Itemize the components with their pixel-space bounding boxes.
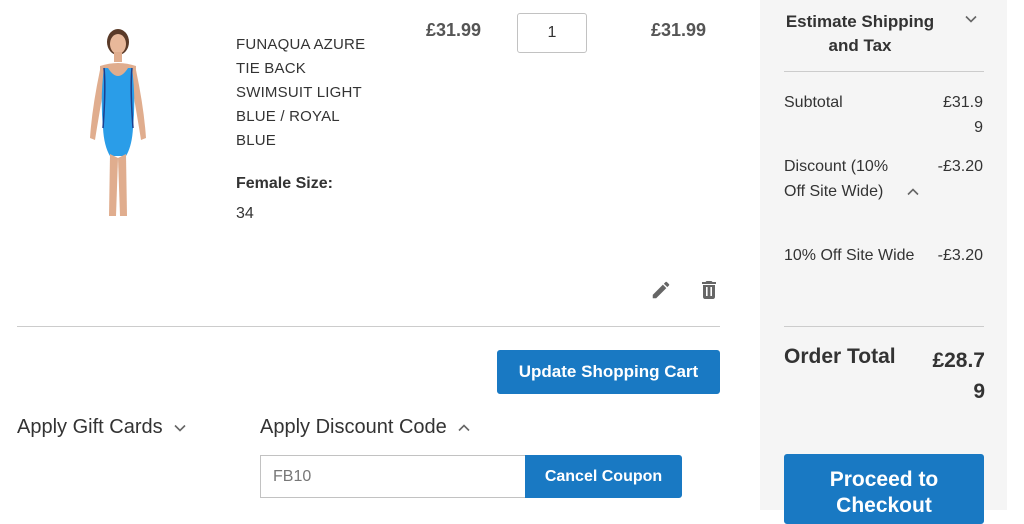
cancel-coupon-button[interactable]: Cancel Coupon — [525, 455, 682, 498]
discount-detail-label: 10% Off Site Wide — [784, 247, 915, 264]
option-value: 34 — [236, 205, 254, 222]
summary-divider — [784, 71, 984, 72]
cart-divider — [17, 326, 720, 327]
item-subtotal: £31.99 — [651, 20, 707, 40]
product-image[interactable] — [78, 28, 158, 218]
gift-cards-toggle[interactable]: Apply Gift Cards — [17, 416, 187, 439]
gift-cards-label: Apply Gift Cards — [17, 416, 163, 438]
chevron-up-icon — [458, 423, 470, 431]
quantity-input[interactable] — [517, 13, 587, 53]
discount-code-label: Apply Discount Code — [260, 416, 447, 438]
subtotal-label: Subtotal — [784, 94, 843, 111]
chevron-down-icon — [174, 424, 186, 432]
trash-icon[interactable] — [697, 278, 721, 302]
discount-code-toggle[interactable]: Apply Discount Code — [260, 416, 471, 439]
pencil-icon[interactable] — [650, 279, 674, 303]
update-cart-button[interactable]: Update Shopping Cart — [497, 350, 720, 394]
estimate-shipping-title[interactable]: Estimate Shipping and Tax — [784, 10, 936, 58]
discount-amount: -£3.20 — [937, 158, 983, 175]
chevron-up-icon[interactable] — [906, 185, 920, 199]
discount-code-input[interactable] — [260, 455, 526, 498]
discount-detail-amount: -£3.20 — [937, 247, 983, 264]
summary-divider — [784, 326, 984, 327]
proceed-to-checkout-button[interactable]: Proceed to Checkout — [784, 454, 984, 524]
chevron-down-icon[interactable] — [964, 12, 978, 26]
discount-label[interactable]: Discount (10% Off Site Wide) — [784, 154, 904, 204]
item-price: £31.99 — [426, 20, 482, 40]
order-total-amount: £28.79 — [932, 349, 985, 403]
product-name[interactable]: FUNAQUA AZURE TIE BACK SWIMSUIT LIGHT BL… — [236, 33, 376, 153]
subtotal-amount: £31.99 — [942, 94, 983, 136]
order-total-label: Order Total — [784, 345, 896, 368]
option-label: Female Size: — [236, 175, 333, 192]
